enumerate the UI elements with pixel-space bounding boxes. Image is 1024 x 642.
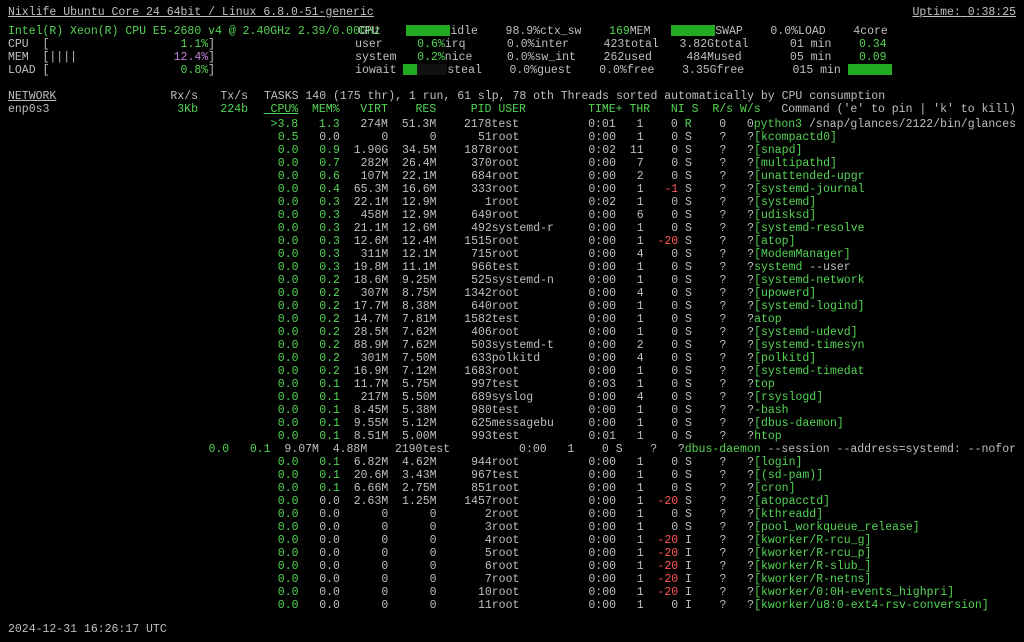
tasks-summary: TASKS 140 (175 thr), 1 run, 61 slp, 78 o… xyxy=(264,90,885,103)
process-row[interactable]: 0.0 0.2 18.6M 9.25M 525 systemd-n 0:00 1… xyxy=(8,274,1016,287)
process-row[interactable]: 0.0 0.3 21.1M 12.6M 492 systemd-r 0:00 1… xyxy=(8,222,1016,235)
process-row[interactable]: 0.0 0.3 311M 12.1M 715 root 0:00 4 0 S ?… xyxy=(8,248,1016,261)
process-row[interactable]: 0.0 0.1 6.82M 4.62M 944 root 0:00 1 0 S … xyxy=(8,456,1016,469)
process-table[interactable]: >3.8 1.3 274M 51.3M 2178 test 0:01 1 0 R… xyxy=(8,118,1016,612)
process-row[interactable]: 0.0 0.1 20.6M 3.43M 967 test 0:00 1 0 S … xyxy=(8,469,1016,482)
process-row[interactable]: 0.0 0.2 14.7M 7.81M 1582 test 0:00 1 0 S… xyxy=(8,313,1016,326)
process-row[interactable]: >3.8 1.3 274M 51.3M 2178 test 0:01 1 0 R… xyxy=(8,118,1016,131)
process-row[interactable]: 0.0 0.6 107M 22.1M 684 root 0:00 2 0 S ?… xyxy=(8,170,1016,183)
tx-header: Tx/s xyxy=(198,90,248,103)
footer-datetime: 2024-12-31 16:26:17 UTC xyxy=(8,623,167,636)
process-row[interactable]: 0.0 0.1 9.55M 5.12M 625 messagebu 0:00 1… xyxy=(8,417,1016,430)
process-row[interactable]: 0.0 0.2 88.9M 7.62M 503 systemd-t 0:00 2… xyxy=(8,339,1016,352)
process-row[interactable]: 0.0 0.2 16.9M 7.12M 1683 root 0:00 1 0 S… xyxy=(8,365,1016,378)
process-row[interactable]: 0.0 0.3 458M 12.9M 649 root 0:00 6 0 S ?… xyxy=(8,209,1016,222)
process-row[interactable]: 0.0 0.1 11.7M 5.75M 997 test 0:03 1 0 S … xyxy=(8,378,1016,391)
process-row[interactable]: 0.0 0.3 22.1M 12.9M 1 root 0:02 1 0 S ? … xyxy=(8,196,1016,209)
uptime: Uptime: 0:38:25 xyxy=(912,6,1016,19)
rx-header: Rx/s xyxy=(148,90,198,103)
process-row[interactable]: 0.0 0.0 0 0 3 root 0:00 1 0 S ? ? [pool_… xyxy=(8,521,1016,534)
process-row[interactable]: 0.0 0.1 8.51M 5.00M 993 test 0:01 1 0 S … xyxy=(8,430,1016,443)
process-row[interactable]: 0.0 0.0 0 0 2 root 0:00 1 0 S ? ? [kthre… xyxy=(8,508,1016,521)
process-row[interactable]: 0.0 0.0 0 0 5 root 0:00 1 -20 I ? ? [kwo… xyxy=(8,547,1016,560)
process-row[interactable]: 0.0 0.9 1.90G 34.5M 1878 root 0:02 11 0 … xyxy=(8,144,1016,157)
process-row[interactable]: 0.0 0.0 0 0 11 root 0:00 1 0 I ? ? [kwor… xyxy=(8,599,1016,612)
process-row[interactable]: 0.0 0.2 301M 7.50M 633 polkitd 0:00 4 0 … xyxy=(8,352,1016,365)
process-row[interactable]: 0.0 0.1 6.66M 2.75M 851 root 0:00 1 0 S … xyxy=(8,482,1016,495)
process-row[interactable]: 0.0 0.0 0 0 7 root 0:00 1 -20 I ? ? [kwo… xyxy=(8,573,1016,586)
process-row[interactable]: 0.0 0.3 19.8M 11.1M 966 test 0:00 1 0 S … xyxy=(8,261,1016,274)
host-info: Nixlife Ubuntu Core 24 64bit / Linux 6.8… xyxy=(8,6,374,19)
process-row[interactable]: 0.0 0.1 8.45M 5.38M 980 test 0:00 1 0 S … xyxy=(8,404,1016,417)
process-row[interactable]: 0.0 0.1 217M 5.50M 689 syslog 0:00 4 0 S… xyxy=(8,391,1016,404)
process-row[interactable]: 0.0 0.2 28.5M 7.62M 406 root 0:00 1 0 S … xyxy=(8,326,1016,339)
process-row[interactable]: 0.0 0.2 307M 8.75M 1342 root 0:00 4 0 S … xyxy=(8,287,1016,300)
summary-block: CPU idle 98.9% ctx_sw 169 MEM SWAP 0.0% … xyxy=(8,25,1016,77)
process-row[interactable]: 0.0 0.3 12.6M 12.4M 1515 root 0:00 1 -20… xyxy=(8,235,1016,248)
network-title: NETWORK xyxy=(8,90,148,103)
process-row[interactable]: 0.0 0.2 17.7M 8.38M 640 root 0:00 1 0 S … xyxy=(8,300,1016,313)
process-row[interactable]: 0.0 0.0 2.63M 1.25M 1457 root 0:00 1 -20… xyxy=(8,495,1016,508)
header-bar: Nixlife Ubuntu Core 24 64bit / Linux 6.8… xyxy=(8,6,1016,19)
process-row[interactable]: 0.0 0.0 0 0 4 root 0:00 1 -20 I ? ? [kwo… xyxy=(8,534,1016,547)
process-row[interactable]: 0.0 0.0 0 0 6 root 0:00 1 -20 I ? ? [kwo… xyxy=(8,560,1016,573)
process-row[interactable]: 0.5 0.0 0 0 51 root 0:00 1 0 S ? ? [kcom… xyxy=(8,131,1016,144)
process-row[interactable]: 0.0 0.0 0 0 10 root 0:00 1 -20 I ? ? [kw… xyxy=(8,586,1016,599)
process-headers: CPU% MEM% VIRT RES PID USER TIME+ THR NI… xyxy=(264,103,1016,116)
process-row[interactable]: 0.0 0.1 9.07M 4.88M 2190 test 0:00 1 0 S… xyxy=(8,443,1016,456)
process-row[interactable]: 0.0 0.4 65.3M 16.6M 333 root 0:00 1 -1 S… xyxy=(8,183,1016,196)
process-row[interactable]: 0.0 0.7 282M 26.4M 370 root 0:00 7 0 S ?… xyxy=(8,157,1016,170)
